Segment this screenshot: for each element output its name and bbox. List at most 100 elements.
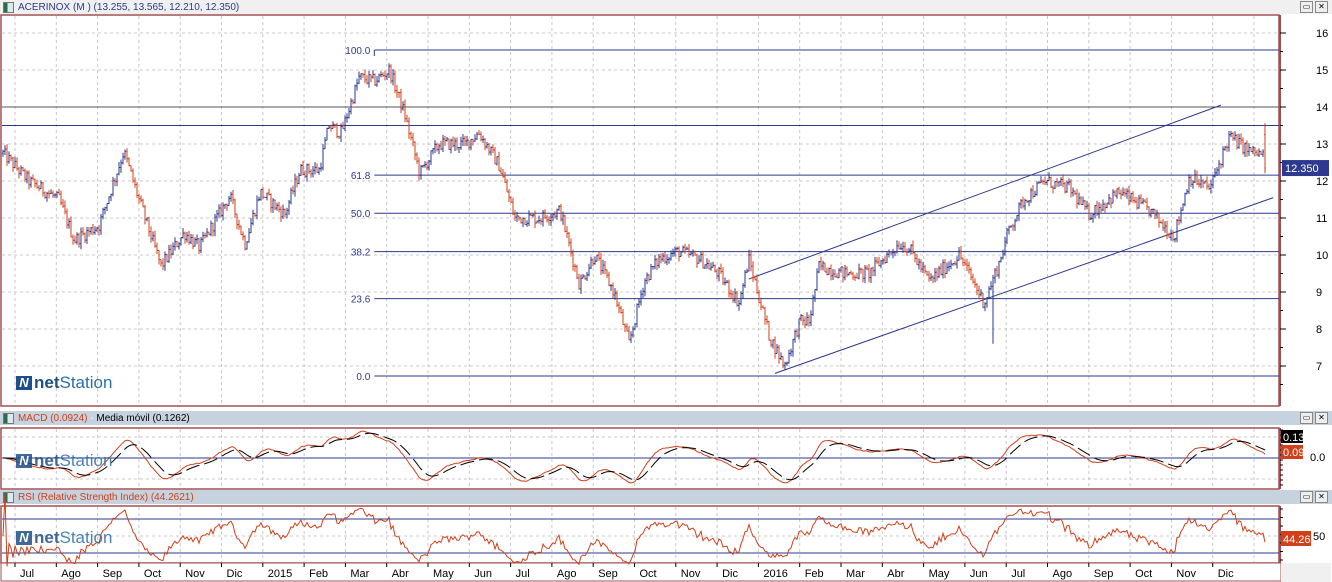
price-bar: [312, 166, 314, 178]
price-bar: [1058, 181, 1060, 187]
price-bar: [376, 76, 378, 87]
fibonacci-level-label: 38.2: [351, 248, 371, 259]
price-bar: [938, 265, 940, 279]
channel-lower-line: [774, 197, 1274, 374]
price-bar: [878, 256, 880, 267]
rsi-mid-label: 50: [1313, 531, 1325, 543]
chart-canvas[interactable]: 100.0 61.8 50.0 38.2 23.6 0.0 7 8 9 10 11 12 13 14 15…: [0, 0, 1332, 582]
price-bar: [344, 115, 346, 132]
price-bar: [1054, 181, 1056, 190]
price-axis-label: 11: [1316, 213, 1327, 225]
price-bar: [70, 216, 72, 238]
price-bar: [744, 269, 746, 288]
price-bar: [204, 232, 206, 239]
time-axis-label: Sep: [1094, 568, 1114, 580]
price-bar: [524, 217, 526, 225]
price-bar: [822, 260, 824, 271]
price-bar: [1222, 146, 1224, 168]
price-bar: [1050, 176, 1052, 188]
price-bar: [154, 230, 156, 248]
fibonacci-level-label: 61.8: [351, 171, 371, 182]
price-bar: [564, 214, 566, 233]
price-bar: [628, 325, 630, 341]
time-axis-label: Mar: [846, 568, 865, 580]
price-bar: [216, 209, 218, 222]
price-bar: [546, 214, 548, 223]
logo-mark-icon: N: [16, 531, 32, 545]
price-bar: [958, 246, 960, 261]
price-bar: [54, 193, 56, 198]
price-bar: [420, 164, 422, 180]
price-axis-label: 13: [1316, 139, 1328, 151]
price-bar: [1192, 180, 1194, 189]
price-bar: [830, 264, 832, 281]
price-bar: [1082, 196, 1084, 206]
price-bar: [530, 213, 532, 217]
price-bar: [814, 289, 816, 303]
price-bar: [392, 69, 394, 86]
price-bar: [698, 255, 700, 264]
price-bar: [1094, 204, 1096, 219]
price-bar: [624, 323, 626, 333]
time-axis-label: Jun: [474, 568, 492, 580]
price-bar: [646, 272, 648, 285]
price-bar: [294, 173, 296, 197]
price-bar: [950, 259, 952, 270]
price-bar: [944, 259, 946, 279]
price-bar: [1066, 180, 1068, 193]
price-bar: [94, 226, 96, 235]
price-bar: [804, 316, 806, 329]
price-bar: [64, 200, 66, 215]
time-axis-label: Abr: [887, 568, 904, 580]
price-bar: [354, 84, 356, 104]
price-bar: [132, 168, 134, 183]
price-bar: [1138, 194, 1140, 209]
price-bar: [276, 202, 278, 211]
price-bar: [124, 149, 126, 160]
price-bar: [558, 205, 560, 211]
price-bar: [118, 162, 120, 176]
price-bar: [990, 281, 992, 291]
price-bar: [902, 241, 904, 253]
price-bar: [582, 273, 584, 279]
price-bar: [780, 352, 782, 361]
price-bar: [1220, 163, 1222, 169]
price-bar: [968, 261, 970, 274]
price-bar: [1186, 189, 1188, 195]
time-axis-label: Jul: [20, 568, 34, 580]
price-bar: [1034, 190, 1036, 198]
price-bar: [440, 140, 442, 151]
price-bar: [458, 147, 460, 154]
logo-text-bold: net: [34, 528, 60, 547]
price-bar: [540, 218, 542, 225]
price-bar: [1072, 187, 1074, 197]
price-bar: [184, 231, 186, 244]
price-bar: [1188, 174, 1190, 195]
price-bar: [632, 326, 634, 338]
price-bar: [960, 245, 962, 260]
price-bar: [952, 263, 954, 266]
price-bar: [408, 117, 410, 139]
price-bar: [620, 305, 622, 314]
price-bar: [928, 270, 930, 282]
price-bar: [1158, 212, 1160, 228]
price-bar: [1194, 169, 1196, 184]
price-bar: [1098, 202, 1100, 219]
logo-mark-icon: N: [16, 454, 32, 468]
price-bar: [1000, 256, 1002, 263]
price-bar: [976, 283, 978, 296]
price-bar: [348, 108, 350, 119]
price-bar: [820, 256, 822, 271]
price-bar: [360, 73, 362, 80]
price-bar: [1160, 220, 1162, 224]
price-bar: [422, 164, 424, 168]
price-bar: [870, 267, 872, 283]
price-bar: [430, 150, 432, 165]
price-bar: [876, 257, 878, 264]
price-bar: [226, 203, 228, 211]
price-bar: [1008, 225, 1010, 235]
price-bar: [404, 99, 406, 123]
price-bar: [920, 259, 922, 273]
time-axis-label: Oct: [1135, 568, 1152, 580]
price-bar: [1080, 196, 1082, 206]
